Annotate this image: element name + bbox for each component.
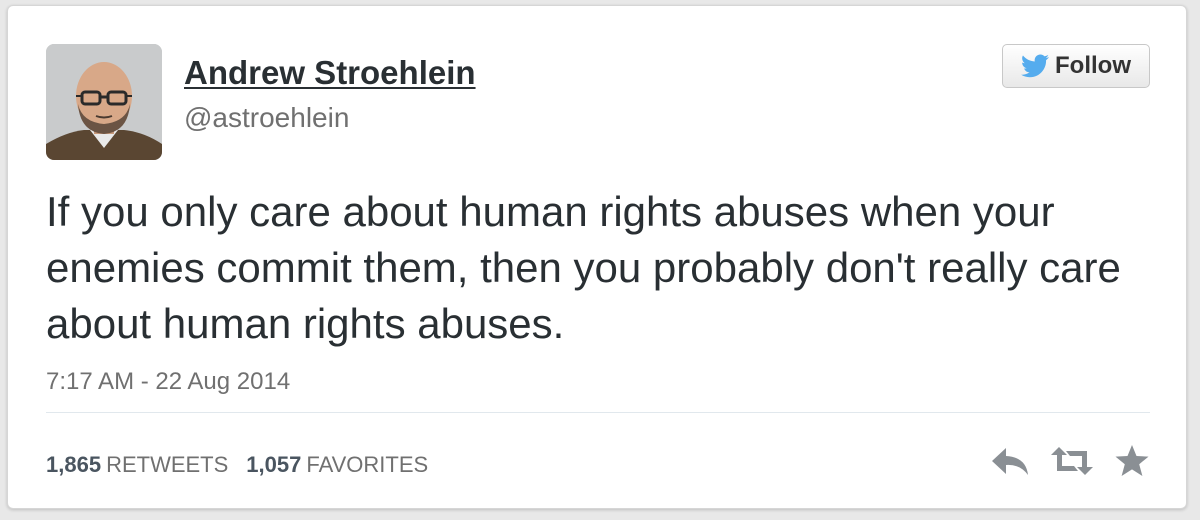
avatar[interactable] xyxy=(46,44,162,160)
favorite-star-icon[interactable] xyxy=(1114,444,1150,478)
favorites-stat[interactable]: 1,057 FAVORITES xyxy=(246,452,428,478)
author-name[interactable]: Andrew Stroehlein xyxy=(184,54,476,92)
avatar-photo xyxy=(46,44,162,160)
author-handle[interactable]: @astroehlein xyxy=(184,102,349,134)
reply-icon[interactable] xyxy=(990,444,1030,478)
divider xyxy=(46,412,1150,413)
tweet-stats: 1,865 RETWEETS 1,057 FAVORITES xyxy=(46,452,428,478)
twitter-bird-icon xyxy=(1021,54,1049,78)
favorites-count: 1,057 xyxy=(246,452,302,477)
favorites-label: FAVORITES xyxy=(306,452,429,477)
tweet-actions xyxy=(990,444,1150,478)
follow-label: Follow xyxy=(1055,52,1131,79)
retweets-stat[interactable]: 1,865 RETWEETS xyxy=(46,452,228,478)
retweet-icon[interactable] xyxy=(1050,444,1094,478)
tweet-card: Andrew Stroehlein @astroehlein Follow If… xyxy=(7,5,1187,509)
retweets-count: 1,865 xyxy=(46,452,102,477)
retweets-label: RETWEETS xyxy=(106,452,229,477)
tweet-timestamp[interactable]: 7:17 AM - 22 Aug 2014 xyxy=(46,368,290,396)
tweet-text: If you only care about human rights abus… xyxy=(46,188,1121,347)
follow-button[interactable]: Follow xyxy=(1002,44,1150,88)
